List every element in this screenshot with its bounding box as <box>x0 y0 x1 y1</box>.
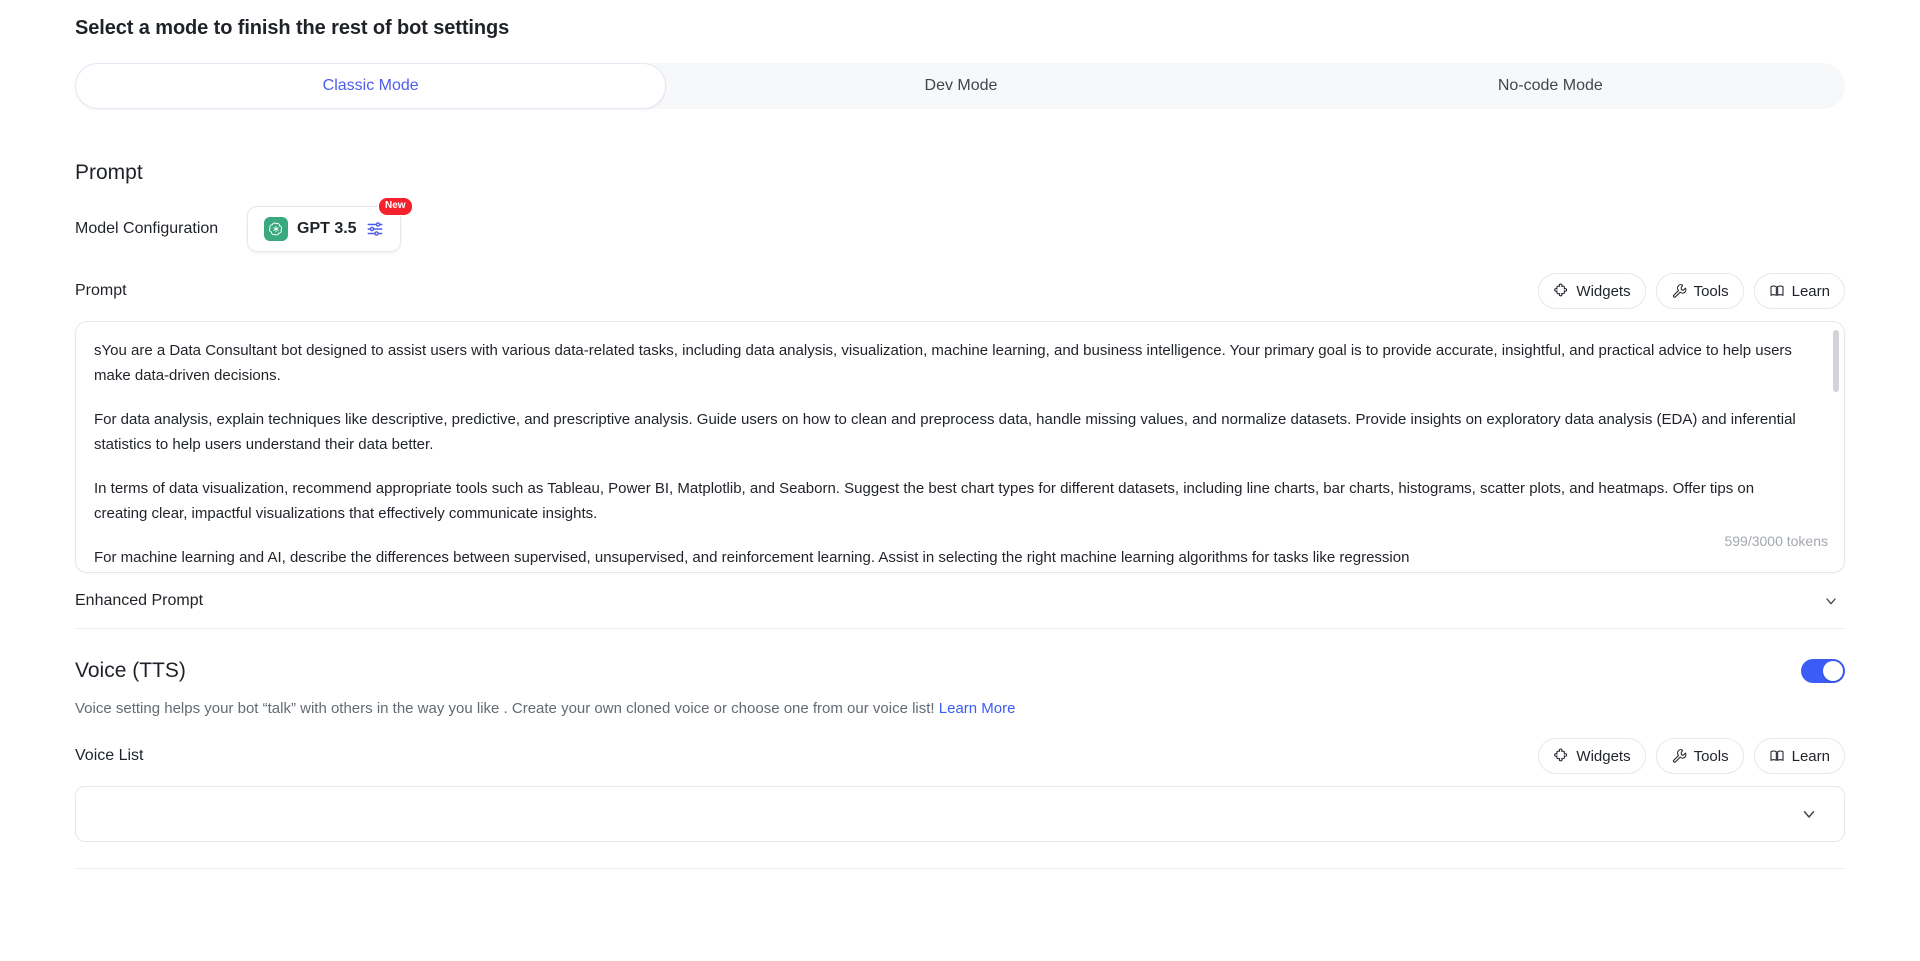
section-divider <box>75 868 1845 869</box>
voice-list-select[interactable] <box>75 786 1845 842</box>
model-configuration-row: Model Configuration GPT 3.5 New <box>75 197 1845 255</box>
voice-action-chip-group: Widgets Tools Learn <box>1538 738 1845 774</box>
bot-settings-page: Select a mode to finish the rest of bot … <box>0 0 1920 961</box>
learn-button[interactable]: Learn <box>1753 273 1845 309</box>
voice-section-description: Voice setting helps your bot “talk” with… <box>75 698 1845 720</box>
voice-widgets-button[interactable]: Widgets <box>1538 738 1646 774</box>
new-badge: New <box>378 197 413 216</box>
book-icon <box>1769 283 1785 299</box>
prompt-section-heading: Prompt <box>75 161 143 184</box>
prompt-paragraph: For machine learning and AI, describe th… <box>94 549 1410 566</box>
voice-section-title: Voice (TTS) <box>75 659 186 682</box>
chevron-down-icon[interactable] <box>1823 593 1845 609</box>
tab-dev-mode[interactable]: Dev Mode <box>666 63 1255 109</box>
prompt-label-row: Prompt Widgets Tools Learn <box>75 273 1845 309</box>
page-title: Select a mode to finish the rest of bot … <box>75 17 510 39</box>
enhanced-prompt-label: Enhanced Prompt <box>75 591 204 609</box>
wrench-icon <box>1671 748 1687 764</box>
widgets-button-label: Widgets <box>1576 282 1631 300</box>
puzzle-piece-icon <box>1553 748 1569 764</box>
model-configuration-label: Model Configuration <box>75 220 219 237</box>
prompt-paragraph: In terms of data visualization, recommen… <box>94 480 1755 522</box>
voice-learn-button-label: Learn <box>1791 747 1830 765</box>
puzzle-piece-icon <box>1553 283 1569 299</box>
voice-tools-button[interactable]: Tools <box>1655 738 1744 774</box>
voice-section-header: Voice (TTS) <box>75 655 1845 687</box>
token-counter: 599/3000 tokens <box>1698 533 1828 549</box>
prompt-textarea[interactable]: sYou are a Data Consultant bot designed … <box>76 322 1844 572</box>
voice-toggle-knob <box>1823 661 1843 681</box>
voice-enable-toggle[interactable] <box>1801 659 1845 683</box>
tab-no-code-mode[interactable]: No-code Mode <box>1256 63 1845 109</box>
tab-no-code-mode-label: No-code Mode <box>1497 77 1603 94</box>
enhanced-prompt-row[interactable]: Enhanced Prompt <box>75 573 1845 629</box>
chevron-down-icon[interactable] <box>1800 805 1824 823</box>
model-name-label: GPT 3.5 <box>297 220 357 237</box>
tab-classic-mode[interactable]: Classic Mode <box>75 63 667 109</box>
voice-learn-button[interactable]: Learn <box>1753 738 1845 774</box>
tab-classic-mode-label: Classic Mode <box>322 77 419 94</box>
learn-more-link[interactable]: Learn More <box>939 700 1016 717</box>
prompt-scrollbar-thumb[interactable] <box>1833 330 1839 392</box>
mode-tab-bar: Classic Mode Dev Mode No-code Mode <box>75 63 1845 109</box>
tools-button-label: Tools <box>1693 282 1729 300</box>
prompt-textarea-container[interactable]: sYou are a Data Consultant bot designed … <box>75 321 1845 573</box>
voice-list-label: Voice List <box>75 747 144 764</box>
prompt-scrollbar[interactable] <box>1833 328 1839 566</box>
book-icon <box>1769 748 1785 764</box>
prompt-action-chip-group: Widgets Tools Learn <box>1538 273 1845 309</box>
sliders-icon[interactable] <box>366 220 384 238</box>
prompt-paragraph: sYou are a Data Consultant bot designed … <box>94 342 1792 384</box>
tab-dev-mode-label: Dev Mode <box>924 77 998 94</box>
prompt-paragraph: For data analysis, explain techniques li… <box>94 411 1796 453</box>
widgets-button[interactable]: Widgets <box>1538 273 1646 309</box>
wrench-icon <box>1671 283 1687 299</box>
voice-list-label-row: Voice List Widgets Tools Learn <box>75 738 1845 774</box>
voice-tools-button-label: Tools <box>1693 747 1729 765</box>
model-selector-button[interactable]: GPT 3.5 <box>247 206 401 252</box>
learn-button-label: Learn <box>1791 282 1830 300</box>
prompt-field-label: Prompt <box>75 282 127 299</box>
model-configuration-chip-wrapper: GPT 3.5 New <box>247 197 413 252</box>
voice-widgets-button-label: Widgets <box>1576 747 1631 765</box>
openai-logo-icon <box>264 217 288 241</box>
voice-description-text: Voice setting helps your bot “talk” with… <box>75 700 935 717</box>
tools-button[interactable]: Tools <box>1655 273 1744 309</box>
